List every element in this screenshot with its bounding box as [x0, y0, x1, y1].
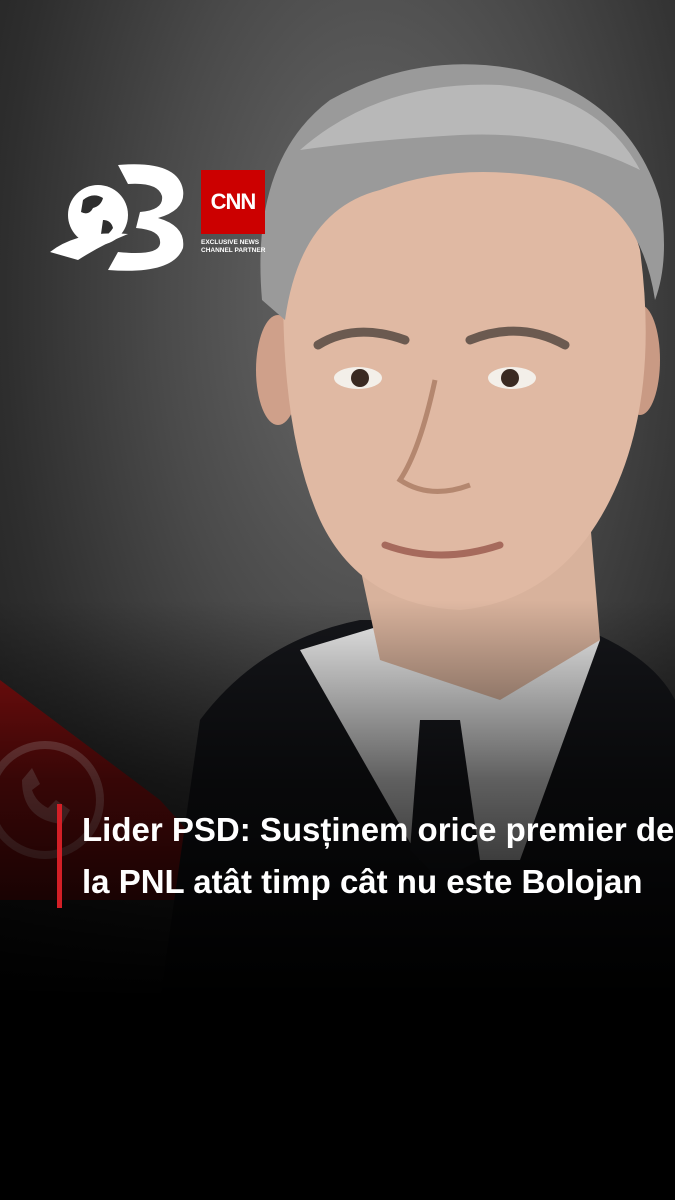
left-pupil: [351, 369, 369, 387]
right-pupil: [501, 369, 519, 387]
story-headline: Lider PSD: Susținem orice premier de la …: [82, 811, 675, 900]
partner-tagline: EXCLUSIVE NEWS CHANNEL PARTNER: [201, 239, 266, 254]
headline-block[interactable]: Lider PSD: Susținem orice premier de la …: [57, 804, 675, 908]
cnn-logo: CNN: [201, 170, 265, 234]
bottom-fade-overlay: [0, 600, 675, 1000]
globe-3-icon: [50, 164, 184, 271]
cnn-partner-logo: CNN EXCLUSIVE NEWS CHANNEL PARTNER: [201, 170, 265, 254]
story-slide: CNN EXCLUSIVE NEWS CHANNEL PARTNER Lider…: [0, 0, 675, 1200]
antena-3-logo: [48, 160, 188, 275]
